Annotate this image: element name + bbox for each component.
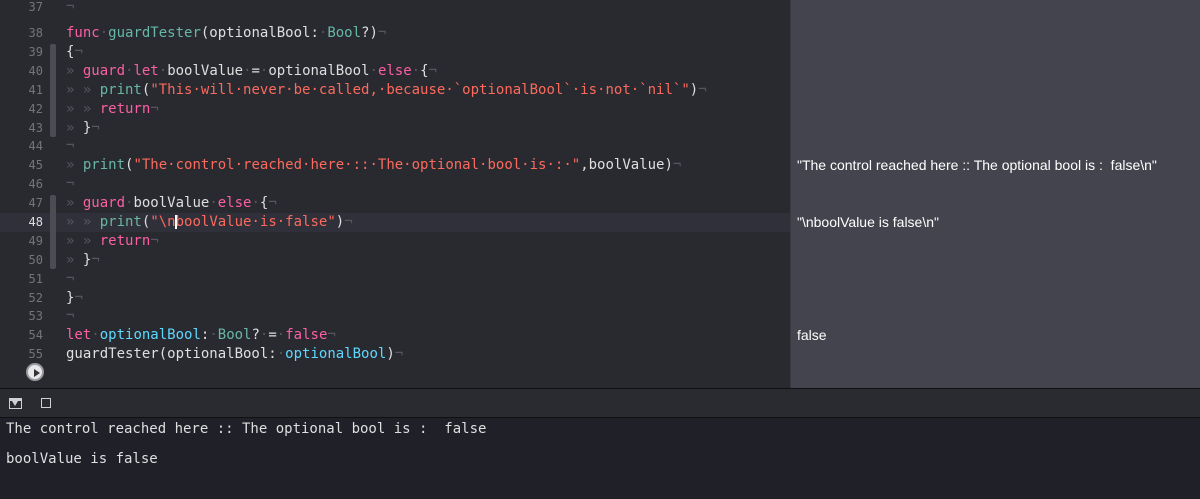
line-number: 47 — [28, 196, 43, 210]
result-value[interactable]: false — [797, 326, 827, 345]
code-text: » » print("\nboolValue·is·false")¬ — [66, 214, 353, 230]
line-number: 40 — [28, 64, 43, 78]
hide-debug-area-icon[interactable] — [9, 398, 22, 409]
result-value[interactable]: "\nboolValue is false\n" — [797, 213, 939, 232]
code-line[interactable]: 54 let·optionalBool:·Bool?·=·false¬ — [0, 326, 790, 345]
code-line[interactable]: 46 ¬ — [0, 175, 790, 194]
run-play-circle-icon[interactable] — [26, 363, 44, 381]
code-text: ¬ — [66, 308, 75, 324]
scope-ribbon — [50, 44, 56, 137]
code-editor[interactable]: 37 ¬ 38 func·guardTester(optionalBool:·B… — [0, 0, 790, 388]
line-number: 49 — [28, 234, 43, 248]
scope-ribbon — [50, 195, 56, 269]
code-line-current[interactable]: 48 » » print("\nboolValue·is·false")¬ — [0, 213, 790, 232]
code-line[interactable]: 50 » }¬ — [0, 251, 790, 270]
code-text: guardTester(optionalBool:·optionalBool)¬ — [66, 346, 404, 362]
code-line[interactable]: 44 ¬ — [0, 137, 790, 156]
line-number: 54 — [28, 328, 43, 342]
line-number: 42 — [28, 102, 43, 116]
line-number: 50 — [28, 253, 43, 267]
code-text: {¬ — [66, 44, 83, 60]
line-number: 45 — [28, 158, 43, 172]
code-text: ¬ — [66, 138, 75, 154]
line-number: 43 — [28, 121, 43, 135]
console-line: boolValue is false — [6, 451, 158, 467]
code-text: » print("The·control·reached·here·::·The… — [66, 157, 682, 173]
code-line[interactable]: 39 {¬ — [0, 43, 790, 62]
console-output[interactable]: The control reached here :: The optional… — [0, 418, 1200, 499]
line-number: 52 — [28, 291, 43, 305]
code-line[interactable]: 40 » guard·let·boolValue·=·optionalBool·… — [0, 62, 790, 81]
code-line[interactable]: 53 ¬ — [0, 307, 790, 326]
line-number: 37 — [28, 0, 43, 14]
code-text: ¬ — [66, 271, 75, 287]
code-line[interactable]: 49 » » return¬ — [0, 232, 790, 251]
code-line[interactable]: 55 guardTester(optionalBool:·optionalBoo… — [0, 345, 790, 364]
line-number: 55 — [28, 347, 43, 361]
code-text: » guard·boolValue·else·{¬ — [66, 195, 277, 211]
stop-square-icon[interactable] — [41, 398, 51, 408]
code-line[interactable]: 37 ¬ — [0, 0, 790, 17]
code-text: » }¬ — [66, 120, 100, 136]
code-line[interactable]: 51 ¬ — [0, 270, 790, 289]
line-number: 38 — [28, 26, 43, 40]
code-text: ¬ — [66, 176, 75, 192]
line-number: 41 — [28, 83, 43, 97]
code-line[interactable]: 43 » }¬ — [0, 119, 790, 138]
code-text: » guard·let·boolValue·=·optionalBool·els… — [66, 63, 437, 79]
line-number: 44 — [28, 139, 43, 153]
code-text: » » print("This·will·never·be·called,·be… — [66, 82, 707, 98]
code-text: » » return¬ — [66, 233, 159, 249]
code-text: func·guardTester(optionalBool:·Bool?)¬ — [66, 25, 387, 41]
code-text: » » return¬ — [66, 101, 159, 117]
line-number: 39 — [28, 45, 43, 59]
line-number: 53 — [28, 309, 43, 323]
line-number: 46 — [28, 177, 43, 191]
console-line: The control reached here :: The optional… — [6, 421, 487, 437]
code-text: }¬ — [66, 290, 83, 306]
code-line[interactable]: 41 » » print("This·will·never·be·called,… — [0, 81, 790, 100]
code-text: ¬ — [66, 0, 75, 15]
code-text: let·optionalBool:·Bool?·=·false¬ — [66, 327, 336, 343]
code-text: » }¬ — [66, 252, 100, 268]
code-line[interactable]: 38 func·guardTester(optionalBool:·Bool?)… — [0, 24, 790, 43]
line-number: 48 — [28, 215, 43, 229]
results-sidebar: "The control reached here :: The optiona… — [790, 0, 1200, 388]
debug-bar — [0, 388, 1200, 418]
code-line[interactable]: 47 » guard·boolValue·else·{¬ — [0, 194, 790, 213]
code-line[interactable]: 52 }¬ — [0, 289, 790, 308]
code-line[interactable]: 45 » print("The·control·reached·here·::·… — [0, 156, 790, 175]
line-number: 51 — [28, 272, 43, 286]
result-value[interactable]: "The control reached here :: The optiona… — [797, 156, 1157, 175]
code-line[interactable]: 42 » » return¬ — [0, 100, 790, 119]
